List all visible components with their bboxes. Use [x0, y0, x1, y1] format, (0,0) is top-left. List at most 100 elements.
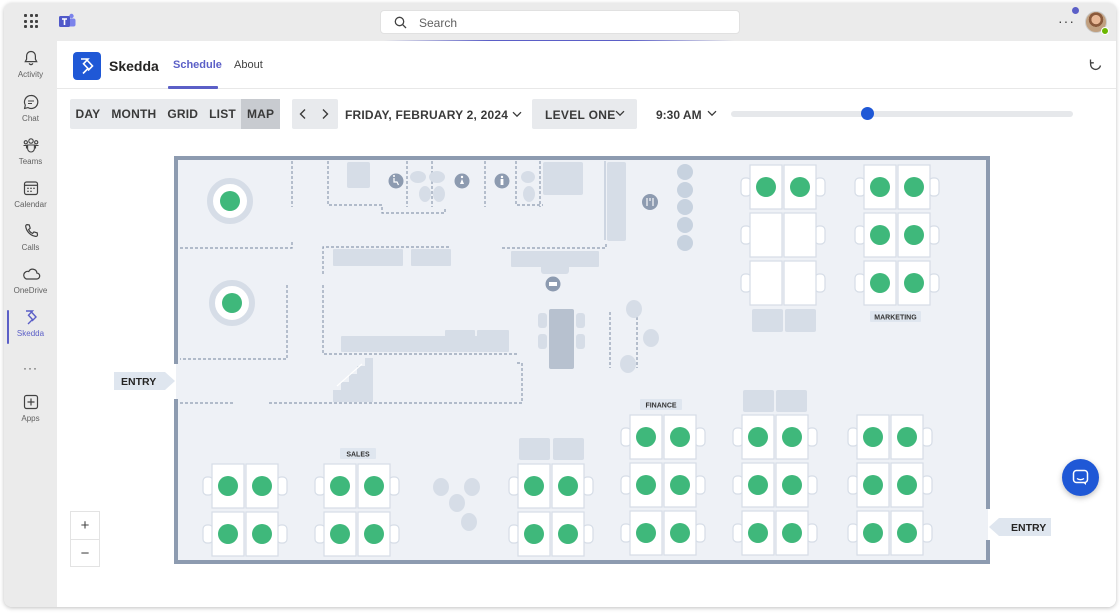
- desk-available-marker[interactable]: [870, 273, 890, 293]
- level-select[interactable]: LEVEL ONE: [532, 99, 637, 129]
- entry-right: ENTRY: [989, 518, 1051, 536]
- desk[interactable]: [749, 212, 783, 258]
- app-header: Skedda Schedule About: [57, 41, 1116, 89]
- plants: [677, 164, 693, 251]
- tab-schedule[interactable]: Schedule: [173, 59, 222, 71]
- desk-available-marker[interactable]: [218, 476, 238, 496]
- date-picker[interactable]: FRIDAY, FEBRUARY 2, 2024: [345, 108, 522, 122]
- view-map-button[interactable]: MAP: [241, 99, 280, 129]
- printer-icon: [545, 276, 561, 292]
- teams-left-rail: Activity Chat Teams Calendar Calls OneDr…: [4, 41, 57, 607]
- rail-item-teams[interactable]: Teams: [4, 136, 57, 178]
- bell-icon: [23, 50, 38, 66]
- chat-bubble-icon: [1072, 469, 1089, 485]
- desk-available-marker[interactable]: [897, 427, 917, 447]
- view-month-button[interactable]: MONTH: [106, 99, 162, 129]
- desk-available-marker[interactable]: [218, 524, 238, 544]
- desk-available-marker[interactable]: [636, 427, 656, 447]
- desk-available-marker[interactable]: [897, 475, 917, 495]
- rail-label: Chat: [22, 114, 39, 123]
- desk-available-marker[interactable]: [364, 476, 384, 496]
- rail-label: Apps: [21, 414, 40, 423]
- desk-available-marker[interactable]: [558, 524, 578, 544]
- round-table-2: [209, 280, 255, 326]
- rail-item-apps[interactable]: Apps: [4, 393, 57, 435]
- support-chat-button[interactable]: [1062, 459, 1099, 496]
- teams-icon: [23, 138, 38, 153]
- plus-icon: [23, 394, 38, 410]
- desk-available-marker[interactable]: [748, 475, 768, 495]
- desk-available-marker[interactable]: [558, 476, 578, 496]
- desk-available-marker[interactable]: [524, 524, 544, 544]
- zoom-out-button[interactable]: −: [71, 539, 99, 566]
- desk-available-marker[interactable]: [670, 523, 690, 543]
- desk-available-marker[interactable]: [782, 427, 802, 447]
- desk-available-marker[interactable]: [863, 427, 883, 447]
- floor-map: ENTRY ENTRY MARKETING FINANCE SALES + −: [57, 137, 1116, 607]
- rail-label: Calendar: [14, 200, 47, 209]
- chevron-left-icon[interactable]: [298, 108, 308, 120]
- avatar[interactable]: [1085, 11, 1109, 35]
- desk[interactable]: [749, 260, 783, 306]
- desk[interactable]: [783, 260, 817, 306]
- view-list-button[interactable]: LIST: [204, 99, 242, 129]
- desk-available-marker[interactable]: [748, 427, 768, 447]
- app-title: Skedda: [109, 58, 159, 74]
- more-apps-button[interactable]: ···: [4, 361, 57, 375]
- desk-available-marker[interactable]: [863, 475, 883, 495]
- desk-available-marker[interactable]: [782, 523, 802, 543]
- rail-label: Activity: [17, 70, 44, 79]
- desk-available-marker[interactable]: [748, 523, 768, 543]
- rail-item-calendar[interactable]: Calendar: [4, 179, 57, 221]
- desk-available-marker[interactable]: [790, 177, 810, 197]
- desk-available-marker[interactable]: [904, 177, 924, 197]
- desk-available-marker[interactable]: [222, 293, 242, 313]
- more-options-button[interactable]: ···: [1058, 13, 1075, 29]
- search-input[interactable]: Search: [380, 10, 740, 34]
- zoom-in-button[interactable]: +: [71, 512, 99, 539]
- desk-available-marker[interactable]: [220, 191, 240, 211]
- view-grid-button[interactable]: GRID: [162, 99, 204, 129]
- rail-item-activity[interactable]: Activity: [4, 49, 57, 91]
- desk-available-marker[interactable]: [904, 273, 924, 293]
- entry-left: ENTRY: [114, 372, 175, 390]
- view-day-button[interactable]: DAY: [70, 99, 106, 129]
- level-select-value: LEVEL ONE: [545, 108, 616, 122]
- app-launcher-icon[interactable]: [24, 14, 38, 28]
- desk-available-marker[interactable]: [524, 476, 544, 496]
- chevron-down-icon: [707, 110, 717, 117]
- desk-available-marker[interactable]: [756, 177, 776, 197]
- desk-available-marker[interactable]: [870, 225, 890, 245]
- rail-label: OneDrive: [13, 286, 48, 295]
- desk-available-marker[interactable]: [670, 427, 690, 447]
- desk-available-marker[interactable]: [636, 523, 656, 543]
- desk-available-marker[interactable]: [870, 177, 890, 197]
- finance-zone-label: FINANCE: [645, 403, 676, 410]
- desk-available-marker[interactable]: [782, 475, 802, 495]
- desk-available-marker[interactable]: [330, 524, 350, 544]
- desk-available-marker[interactable]: [904, 225, 924, 245]
- rail-item-calls[interactable]: Calls: [4, 222, 57, 264]
- desk[interactable]: [783, 212, 817, 258]
- entry-right-label: ENTRY: [1011, 522, 1046, 534]
- skedda-logo-icon: [73, 52, 101, 80]
- chevron-right-icon[interactable]: [320, 108, 330, 120]
- desk-available-marker[interactable]: [897, 523, 917, 543]
- date-nav: [292, 99, 338, 129]
- desk-available-marker[interactable]: [252, 476, 272, 496]
- time-picker[interactable]: 9:30 AM: [656, 108, 717, 122]
- desk-available-marker[interactable]: [330, 476, 350, 496]
- kitchen-icon: [642, 194, 658, 210]
- rail-item-onedrive[interactable]: OneDrive: [4, 265, 57, 307]
- rail-item-chat[interactable]: Chat: [4, 93, 57, 135]
- desk-available-marker[interactable]: [364, 524, 384, 544]
- refresh-icon[interactable]: [1088, 58, 1103, 73]
- desk-available-marker[interactable]: [670, 475, 690, 495]
- desk-available-marker[interactable]: [636, 475, 656, 495]
- desk-available-marker[interactable]: [863, 523, 883, 543]
- time-slider[interactable]: [731, 107, 1073, 120]
- desk-available-marker[interactable]: [252, 524, 272, 544]
- time-slider-thumb[interactable]: [861, 107, 874, 120]
- tab-about[interactable]: About: [234, 59, 263, 71]
- rail-item-skedda[interactable]: Skedda: [4, 308, 57, 350]
